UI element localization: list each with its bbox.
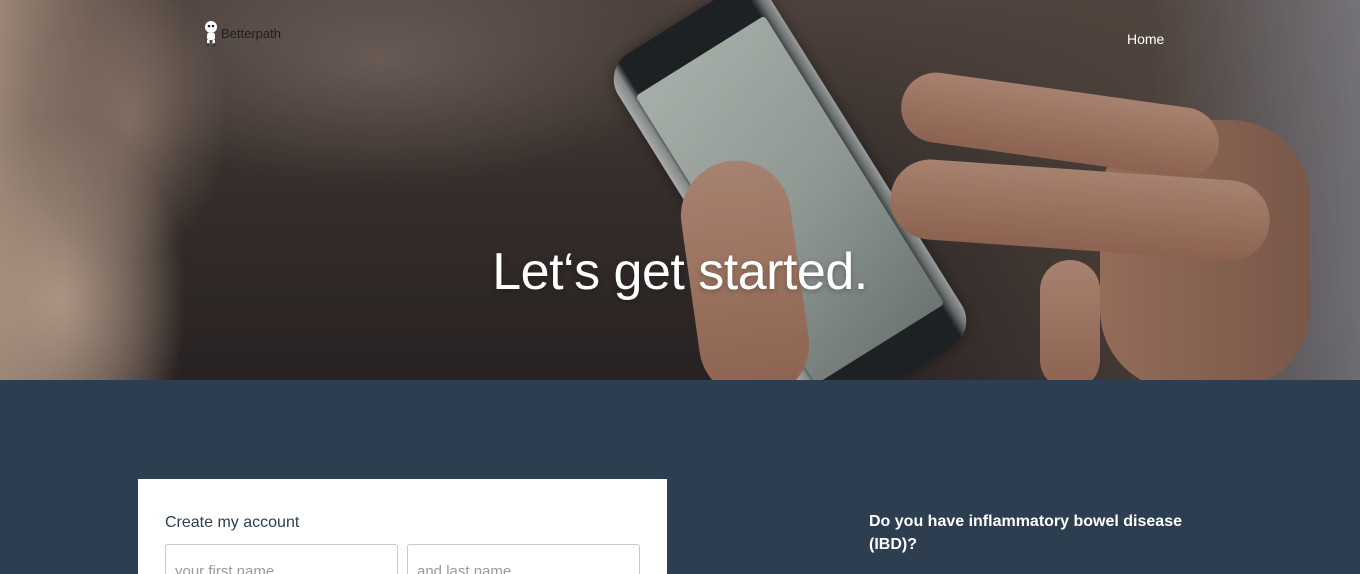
robot-mascot-icon bbox=[205, 21, 217, 46]
hero-title: Let‘s get started. bbox=[492, 243, 868, 301]
signup-form-card: Create my account bbox=[138, 479, 667, 574]
nav-home-link[interactable]: Home bbox=[1127, 31, 1164, 47]
logo-text: Betterpath bbox=[221, 25, 281, 41]
last-name-input[interactable] bbox=[407, 544, 640, 574]
hero-overlay bbox=[0, 0, 1360, 380]
hero-banner: Betterpath Home Let‘s get started. bbox=[0, 0, 1360, 380]
form-title: Create my account bbox=[165, 514, 300, 531]
first-name-input[interactable] bbox=[165, 544, 398, 574]
logo-link[interactable]: Betterpath bbox=[203, 20, 281, 46]
ibd-question-heading: Do you have inflammatory bowel disease (… bbox=[869, 513, 1182, 553]
